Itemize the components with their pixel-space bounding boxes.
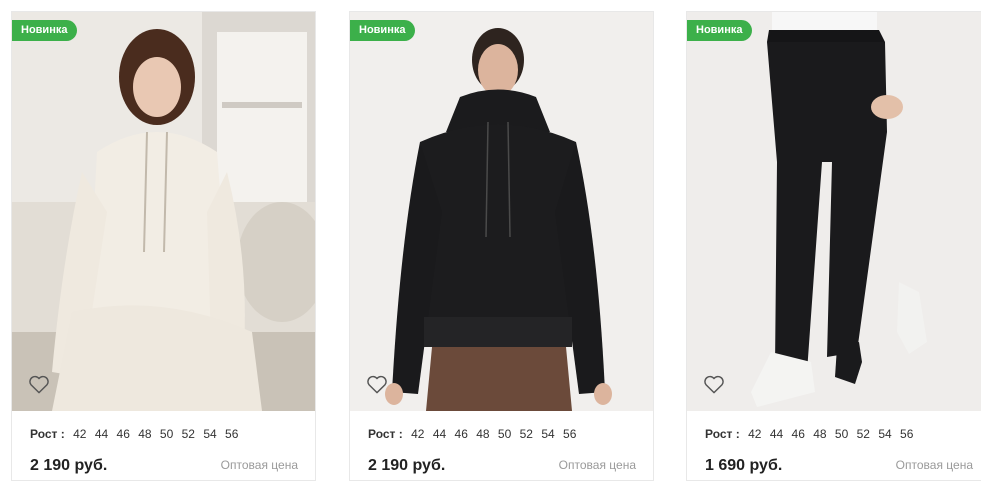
size-list: Рост : 42 44 46 48 50 52 54 56 (705, 427, 918, 441)
size-option[interactable]: 42 (73, 427, 86, 441)
product-image-black-joggers (687, 12, 981, 411)
new-badge: Новинка (687, 20, 753, 41)
price: 1 690 руб. (705, 457, 783, 474)
size-option[interactable]: 50 (835, 427, 848, 441)
size-option[interactable]: 54 (203, 427, 216, 441)
size-option[interactable]: 42 (411, 427, 424, 441)
product-image-black-hoodie (350, 12, 653, 411)
size-option[interactable]: 52 (520, 427, 533, 441)
size-option[interactable]: 44 (95, 427, 108, 441)
product-photo[interactable] (687, 12, 981, 411)
new-badge: Новинка (350, 20, 416, 41)
wholesale-price-link[interactable]: Оптовая цена (221, 458, 298, 472)
new-badge: Новинка (12, 20, 78, 41)
product-card[interactable]: Новинка Рост : 42 44 46 48 50 52 54 56 2… (349, 11, 654, 481)
size-option[interactable]: 48 (813, 427, 826, 441)
heart-outline-icon[interactable] (366, 374, 388, 394)
sizes-label: Рост : (30, 427, 65, 441)
sizes-label: Рост : (368, 427, 403, 441)
wholesale-price-link[interactable]: Оптовая цена (896, 458, 973, 472)
size-option[interactable]: 54 (878, 427, 891, 441)
sizes-label: Рост : (705, 427, 740, 441)
product-card[interactable]: Новинка Рост : 42 44 46 48 50 52 54 56 1… (686, 11, 981, 481)
size-option[interactable]: 48 (138, 427, 151, 441)
size-list: Рост : 42 44 46 48 50 52 54 56 (30, 427, 243, 441)
size-option[interactable]: 52 (182, 427, 195, 441)
size-option[interactable]: 44 (770, 427, 783, 441)
price: 2 190 руб. (368, 457, 446, 474)
size-option[interactable]: 48 (476, 427, 489, 441)
size-option[interactable]: 56 (225, 427, 238, 441)
size-option[interactable]: 50 (498, 427, 511, 441)
price: 2 190 руб. (30, 457, 108, 474)
size-option[interactable]: 46 (117, 427, 130, 441)
size-option[interactable]: 52 (857, 427, 870, 441)
product-photo[interactable] (12, 12, 315, 411)
heart-outline-icon[interactable] (28, 374, 50, 394)
product-photo[interactable] (350, 12, 653, 411)
wholesale-price-link[interactable]: Оптовая цена (559, 458, 636, 472)
size-option[interactable]: 56 (563, 427, 576, 441)
size-option[interactable]: 44 (433, 427, 446, 441)
size-option[interactable]: 46 (455, 427, 468, 441)
size-option[interactable]: 46 (792, 427, 805, 441)
size-option[interactable]: 42 (748, 427, 761, 441)
size-option[interactable]: 50 (160, 427, 173, 441)
product-card[interactable]: Новинка Рост : 42 44 46 48 50 52 54 56 2… (11, 11, 316, 481)
size-option[interactable]: 54 (541, 427, 554, 441)
size-option[interactable]: 56 (900, 427, 913, 441)
heart-outline-icon[interactable] (703, 374, 725, 394)
product-image-cream-knit-suit (12, 12, 315, 411)
size-list: Рост : 42 44 46 48 50 52 54 56 (368, 427, 581, 441)
